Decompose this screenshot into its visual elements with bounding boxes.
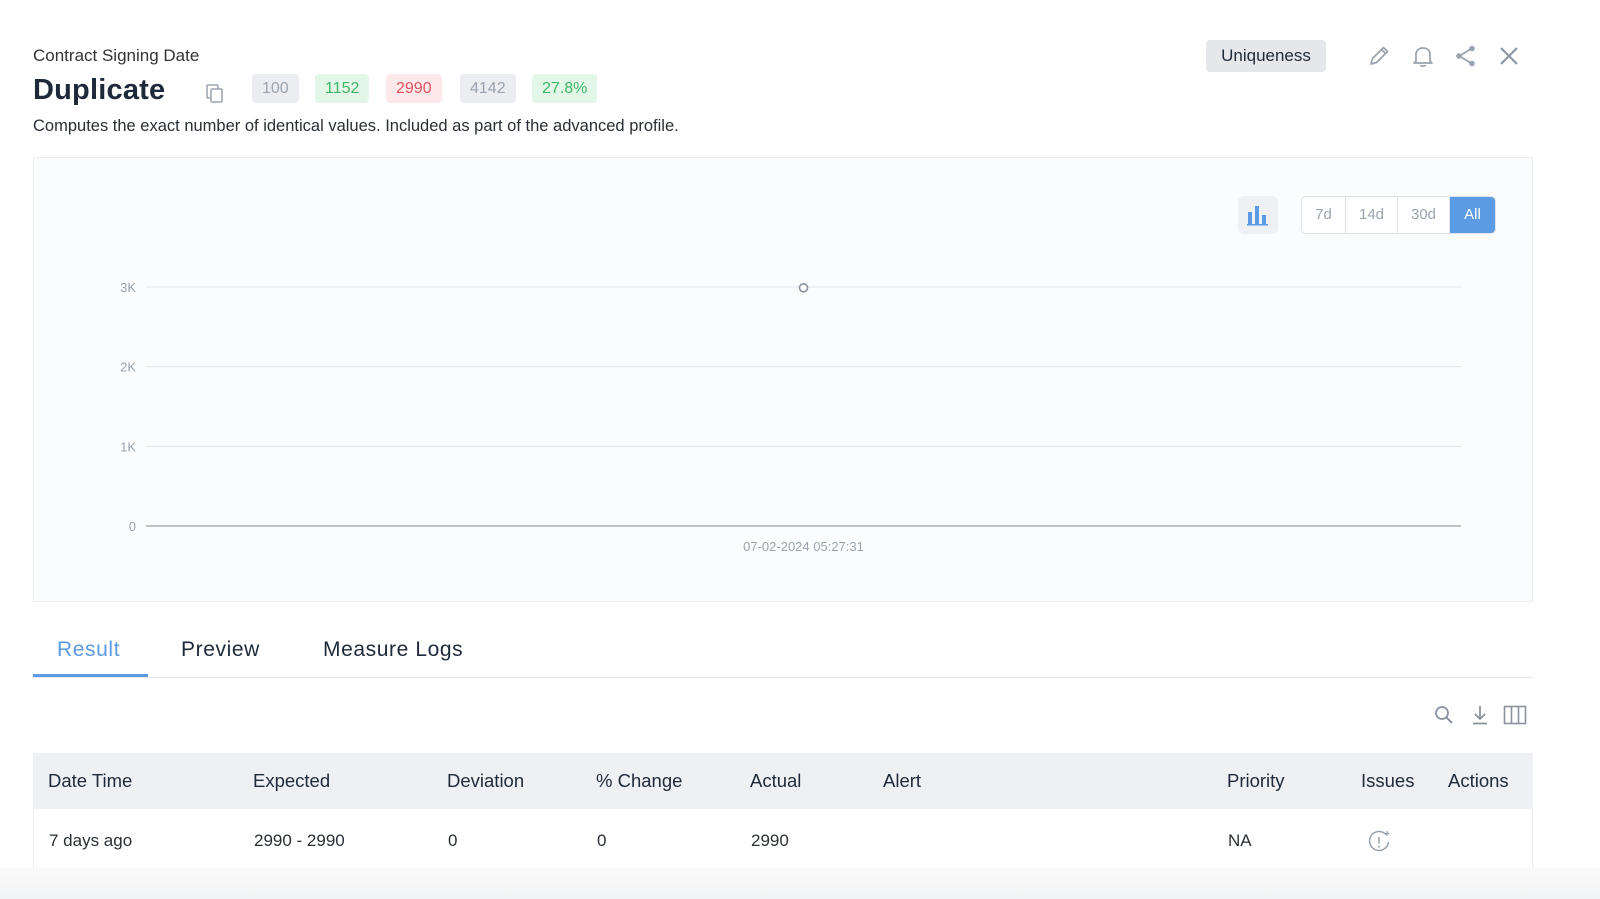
tab-preview[interactable]: Preview	[181, 638, 260, 662]
col-actual[interactable]: Actual	[750, 770, 801, 792]
cell-priority: NA	[1228, 831, 1252, 850]
tab-bar: Result Preview Measure Logs	[33, 630, 1533, 678]
col-percent-change[interactable]: % Change	[596, 770, 682, 792]
table-header: Date Time Expected Deviation % Change Ac…	[33, 753, 1533, 809]
download-icon[interactable]	[1468, 703, 1492, 727]
stat-badge-4: 4142	[460, 74, 516, 103]
col-actions[interactable]: Actions	[1448, 770, 1509, 792]
cell-date-time: 7 days ago	[49, 831, 133, 850]
cell-actual: 2990	[751, 831, 789, 850]
time-range-selector: 7d 14d 30d All	[1301, 196, 1496, 234]
bell-icon[interactable]	[1410, 43, 1436, 69]
y-tick-label: 3K	[120, 280, 136, 295]
share-icon[interactable]	[1453, 43, 1479, 69]
col-deviation[interactable]: Deviation	[447, 770, 524, 792]
breadcrumb: Contract Signing Date	[33, 46, 200, 65]
cell-percent-change: 0	[597, 831, 607, 850]
y-tick-label: 2K	[120, 360, 136, 375]
col-priority[interactable]: Priority	[1227, 770, 1285, 792]
col-expected[interactable]: Expected	[253, 770, 330, 792]
active-tab-indicator	[33, 674, 148, 677]
tab-result[interactable]: Result	[57, 638, 120, 662]
range-all-button[interactable]: All	[1450, 197, 1495, 233]
col-alert[interactable]: Alert	[883, 770, 921, 792]
page-bottom-edge	[0, 868, 1600, 899]
data-point	[798, 282, 809, 293]
results-table: Date Time Expected Deviation % Change Ac…	[33, 753, 1533, 871]
copy-icon[interactable]	[206, 84, 224, 104]
tab-measure-logs[interactable]: Measure Logs	[323, 638, 463, 662]
range-14d-button[interactable]: 14d	[1346, 197, 1398, 233]
stat-badge-3: 2990	[386, 74, 442, 103]
stat-badge-2: 1152	[315, 74, 370, 103]
range-30d-button[interactable]: 30d	[1398, 197, 1450, 233]
stat-badge-5: 27.8%	[532, 74, 598, 103]
pencil-icon[interactable]	[1366, 43, 1392, 69]
cell-expected: 2990 - 2990	[254, 831, 345, 850]
bar-chart-icon	[1247, 206, 1268, 226]
category-badge: Uniqueness	[1206, 40, 1326, 72]
search-icon[interactable]	[1432, 703, 1456, 727]
chart-type-button[interactable]	[1238, 196, 1278, 234]
measure-description: Computes the exact number of identical v…	[33, 117, 679, 135]
y-tick-label: 0	[129, 519, 136, 534]
add-issue-icon[interactable]	[1366, 829, 1392, 855]
columns-icon[interactable]	[1503, 703, 1527, 727]
chart-panel: 0 1K 2K 3K 07-02-2024 05:27:31 7d 14d 30d Al…	[33, 157, 1533, 602]
cell-deviation: 0	[448, 831, 458, 850]
measure-detail-page: Contract Signing Date Duplicate 100 1152…	[0, 0, 1600, 899]
col-date-time[interactable]: Date Time	[48, 770, 132, 792]
table-row[interactable]: 7 days ago 2990 - 2990 0 0 2990 NA	[33, 809, 1533, 871]
col-issues[interactable]: Issues	[1361, 770, 1414, 792]
x-tick-label: 07-02-2024 05:27:31	[743, 539, 864, 554]
close-icon[interactable]	[1496, 43, 1522, 69]
range-7d-button[interactable]: 7d	[1302, 197, 1346, 233]
page-title: Duplicate	[33, 74, 166, 106]
stat-badge-1: 100	[252, 74, 299, 103]
y-tick-label: 1K	[120, 439, 136, 454]
